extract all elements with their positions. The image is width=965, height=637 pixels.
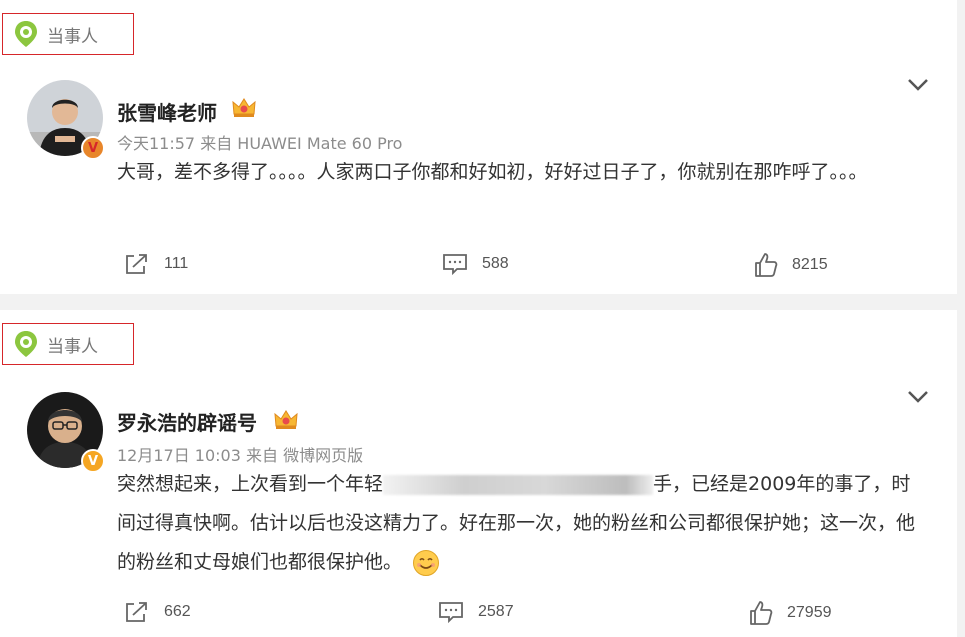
- like-button[interactable]: 27959: [749, 600, 832, 626]
- comment-icon: [439, 602, 463, 624]
- like-count: 27959: [787, 604, 832, 621]
- post-text: 大哥，差不多得了。。。。人家两口子你都和好如初，好好过日子了，你就别在那咋呼了。…: [117, 161, 868, 183]
- post-card: 当事人 V 张雪峰老师 今天11:57 来自 HUAWEI Mate 60 Pr…: [0, 0, 957, 294]
- crown-icon: [232, 98, 256, 117]
- post-text: 突然想起来，上次看到一个年轻 手，已经是2009年的事了，时间过得真快啊。估计以后…: [117, 465, 927, 582]
- tag-label: 当事人: [47, 26, 98, 47]
- repost-count: 111: [164, 255, 189, 272]
- like-count: 8215: [792, 256, 828, 273]
- tag-box: 当事人: [2, 323, 134, 365]
- post-text-part: 突然想起来，上次看到一个年轻: [117, 473, 384, 495]
- blurred-text: [383, 474, 654, 495]
- comment-icon: [443, 254, 467, 276]
- repost-count: 662: [164, 603, 191, 620]
- post-meta: 12月17日 10:03 来自 微博网页版: [117, 446, 364, 465]
- crown-icon: [274, 410, 298, 429]
- location-pin-icon: [15, 21, 37, 47]
- author-name[interactable]: 罗永浩的辟谣号: [117, 407, 257, 436]
- repost-button[interactable]: 111: [124, 252, 188, 276]
- post-card: 当事人 V 罗永浩的辟谣号 12月17日 10:03 来自 微博网页版 突然想起…: [0, 310, 957, 637]
- comment-count: 2587: [478, 603, 514, 620]
- tag-box: 当事人: [2, 13, 134, 55]
- repost-button[interactable]: 662: [124, 600, 191, 624]
- post-meta: 今天11:57 来自 HUAWEI Mate 60 Pro: [117, 134, 403, 153]
- tag-label: 当事人: [47, 336, 98, 357]
- repost-icon: [126, 602, 147, 622]
- comment-button[interactable]: 2587: [438, 600, 514, 624]
- chevron-down-icon[interactable]: [907, 78, 929, 92]
- repost-icon: [126, 254, 147, 274]
- thumbs-up-icon: [755, 253, 778, 277]
- chevron-down-icon[interactable]: [907, 390, 929, 404]
- verified-badge: V: [81, 449, 105, 473]
- location-pin-icon: [15, 331, 37, 357]
- like-button[interactable]: 8215: [754, 252, 828, 278]
- comment-button[interactable]: 588: [442, 252, 509, 276]
- thumbs-up-icon: [750, 601, 773, 625]
- verified-badge: V: [81, 136, 105, 160]
- author-name[interactable]: 张雪峰老师: [117, 97, 217, 126]
- smile-emoji-icon: [413, 549, 440, 576]
- comment-count: 588: [482, 255, 509, 272]
